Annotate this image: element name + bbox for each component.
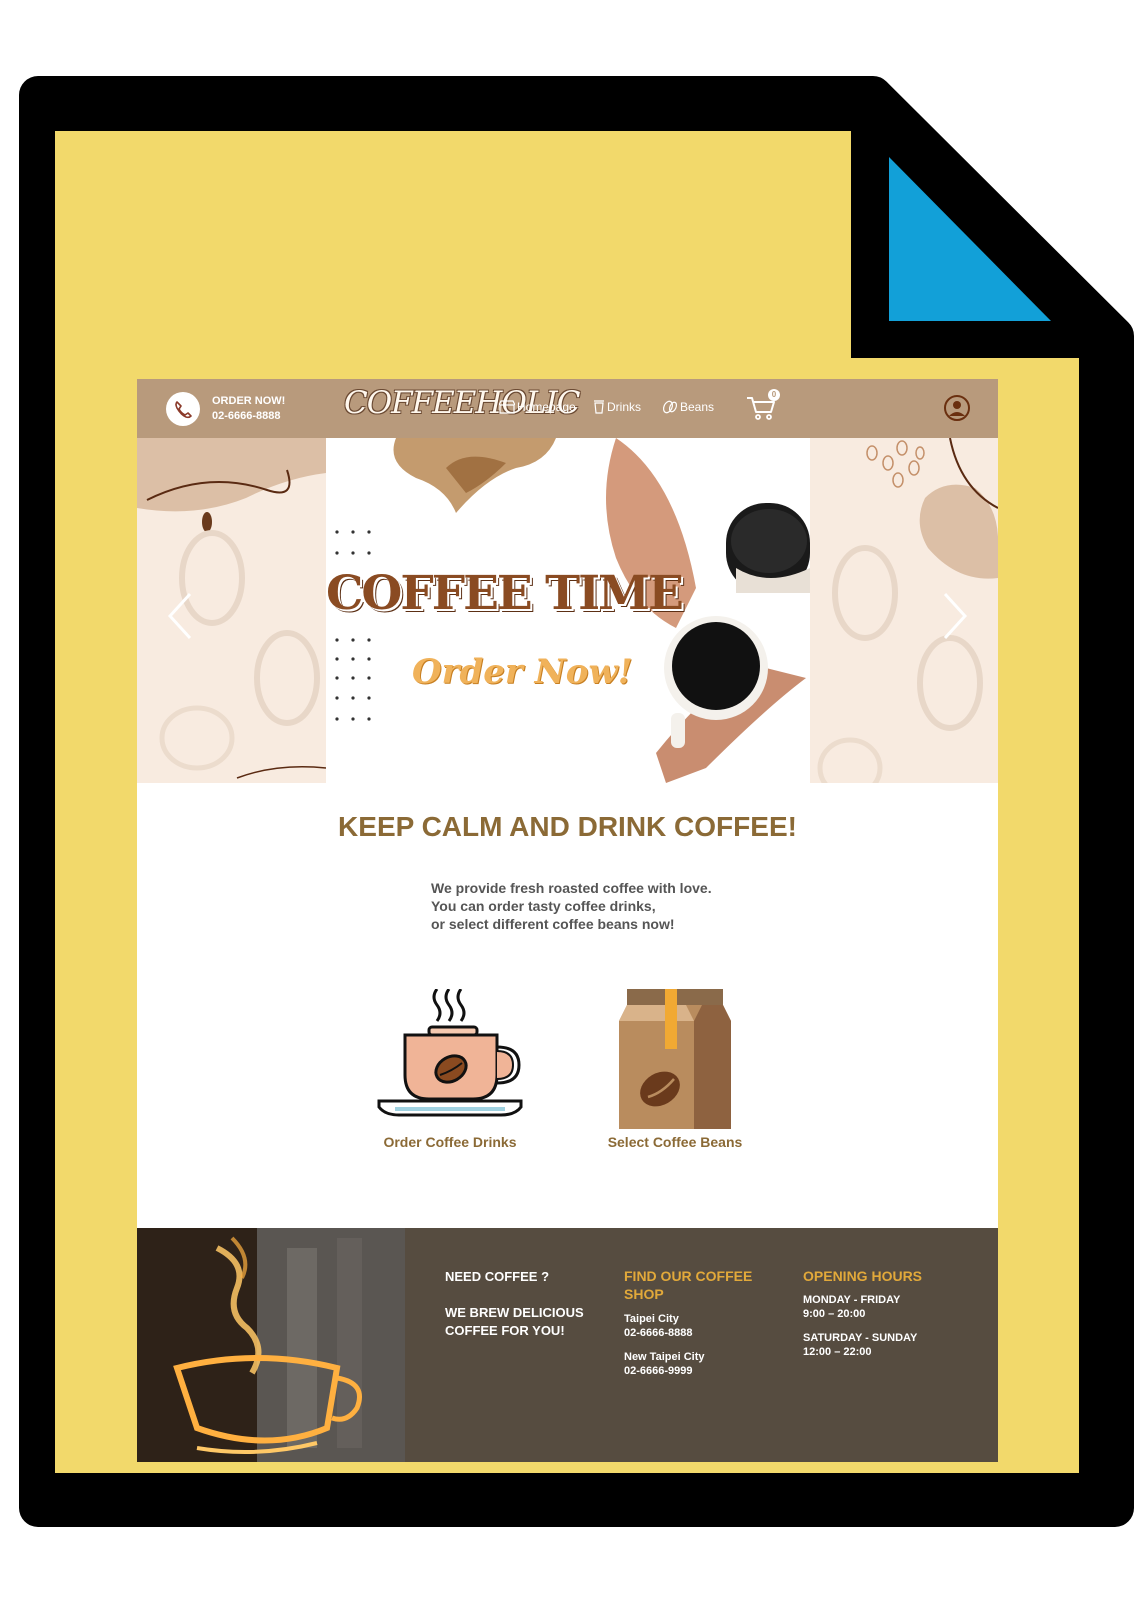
cup-icon: [594, 400, 604, 414]
hero-slide-image: COFFEE TIME Order Now!: [326, 438, 810, 783]
navbar: ORDER NOW! 02-6666-8888 COFFEEHOLIC Home…: [137, 379, 998, 438]
hero-title: COFFEE TIME: [326, 566, 684, 621]
user-icon: [944, 395, 970, 421]
footer: NEED COFFEE ? WE BREW DELICIOUS COFFEE F…: [137, 1228, 998, 1462]
footer-slogan: NEED COFFEE ? WE BREW DELICIOUS COFFEE F…: [445, 1268, 584, 1340]
neon-coffee-photo: [137, 1228, 405, 1462]
intro-line: You can order tasty coffee drinks,: [431, 898, 656, 914]
shop-entry: New Taipei City 02-6666-9999: [624, 1350, 752, 1378]
coffee-bag-icon: [619, 989, 731, 1129]
need-coffee-text: NEED COFFEE ?: [445, 1269, 550, 1284]
order-phone[interactable]: 02-6666-8888: [212, 409, 285, 424]
carousel-prev-arrow[interactable]: [162, 586, 202, 646]
carousel-next-arrow[interactable]: [933, 586, 973, 646]
order-now-block: ORDER NOW! 02-6666-8888: [212, 394, 285, 424]
select-coffee-beans-link[interactable]: Select Coffee Beans: [600, 989, 750, 1150]
hours-time: 9:00 – 20:00: [803, 1308, 866, 1320]
website-screenshot: ORDER NOW! 02-6666-8888 COFFEEHOLIC Home…: [137, 379, 998, 1462]
phone-icon[interactable]: [166, 392, 200, 426]
nav-link-label: Beans: [680, 400, 715, 414]
hours-entry: MONDAY - FRIDAY 9:00 – 20:00: [803, 1293, 922, 1321]
neon-cup-image: [137, 1228, 405, 1462]
nav-link-homepage[interactable]: Homepage: [499, 400, 576, 414]
brew-text-line: COFFEE FOR YOU!: [445, 1323, 565, 1338]
cart-count-badge: 0: [768, 389, 780, 401]
bean-icon: [662, 400, 678, 414]
intro-text: We provide fresh roasted coffee with lov…: [431, 879, 712, 933]
shop-city: New Taipei City: [624, 1351, 705, 1363]
hours-entry: SATURDAY - SUNDAY 12:00 – 22:00: [803, 1331, 922, 1359]
footer-hours: OPENING HOURS MONDAY - FRIDAY 9:00 – 20:…: [803, 1267, 922, 1359]
find-shop-title-line: SHOP: [624, 1286, 664, 1302]
shop-entry: Taipei City 02-6666-8888: [624, 1312, 752, 1340]
hero-carousel: COFFEE TIME Order Now!: [137, 438, 998, 783]
hours-time: 12:00 – 22:00: [803, 1346, 872, 1358]
shop-city: Taipei City: [624, 1313, 679, 1325]
coffee-cup-icon: [377, 988, 523, 1117]
feature-label: Order Coffee Drinks: [383, 1134, 517, 1150]
intro-line: We provide fresh roasted coffee with lov…: [431, 880, 712, 896]
hours-days: SATURDAY - SUNDAY: [803, 1332, 918, 1344]
shop-icon: [499, 400, 515, 414]
user-account-button[interactable]: [943, 394, 971, 422]
nav-link-drinks[interactable]: Drinks: [593, 400, 641, 414]
nav-link-label: Drinks: [607, 400, 642, 414]
footer-shops: FIND OUR COFFEE SHOP Taipei City 02-6666…: [624, 1267, 752, 1378]
shop-phone[interactable]: 02-6666-9999: [624, 1364, 752, 1378]
order-now-label: ORDER NOW!: [212, 395, 286, 407]
intro-line: or select different coffee beans now!: [431, 916, 675, 932]
hours-days: MONDAY - FRIDAY: [803, 1294, 901, 1306]
feature-label: Select Coffee Beans: [607, 1134, 743, 1150]
main-headline: KEEP CALM AND DRINK COFFEE!: [338, 811, 797, 842]
order-coffee-drinks-link[interactable]: Order Coffee Drinks: [375, 988, 525, 1150]
brew-text-line: WE BREW DELICIOUS: [445, 1305, 584, 1320]
opening-hours-title: OPENING HOURS: [803, 1268, 923, 1284]
nav-link-label: Homepage: [517, 400, 576, 414]
find-shop-title-line: FIND OUR COFFEE: [624, 1268, 753, 1284]
hero-order-now[interactable]: Order Now!: [412, 652, 633, 692]
dot-grid: [335, 530, 371, 721]
cart-button[interactable]: 0: [745, 389, 780, 423]
shop-phone[interactable]: 02-6666-8888: [624, 1326, 752, 1340]
nav-link-beans[interactable]: Beans: [662, 400, 714, 414]
